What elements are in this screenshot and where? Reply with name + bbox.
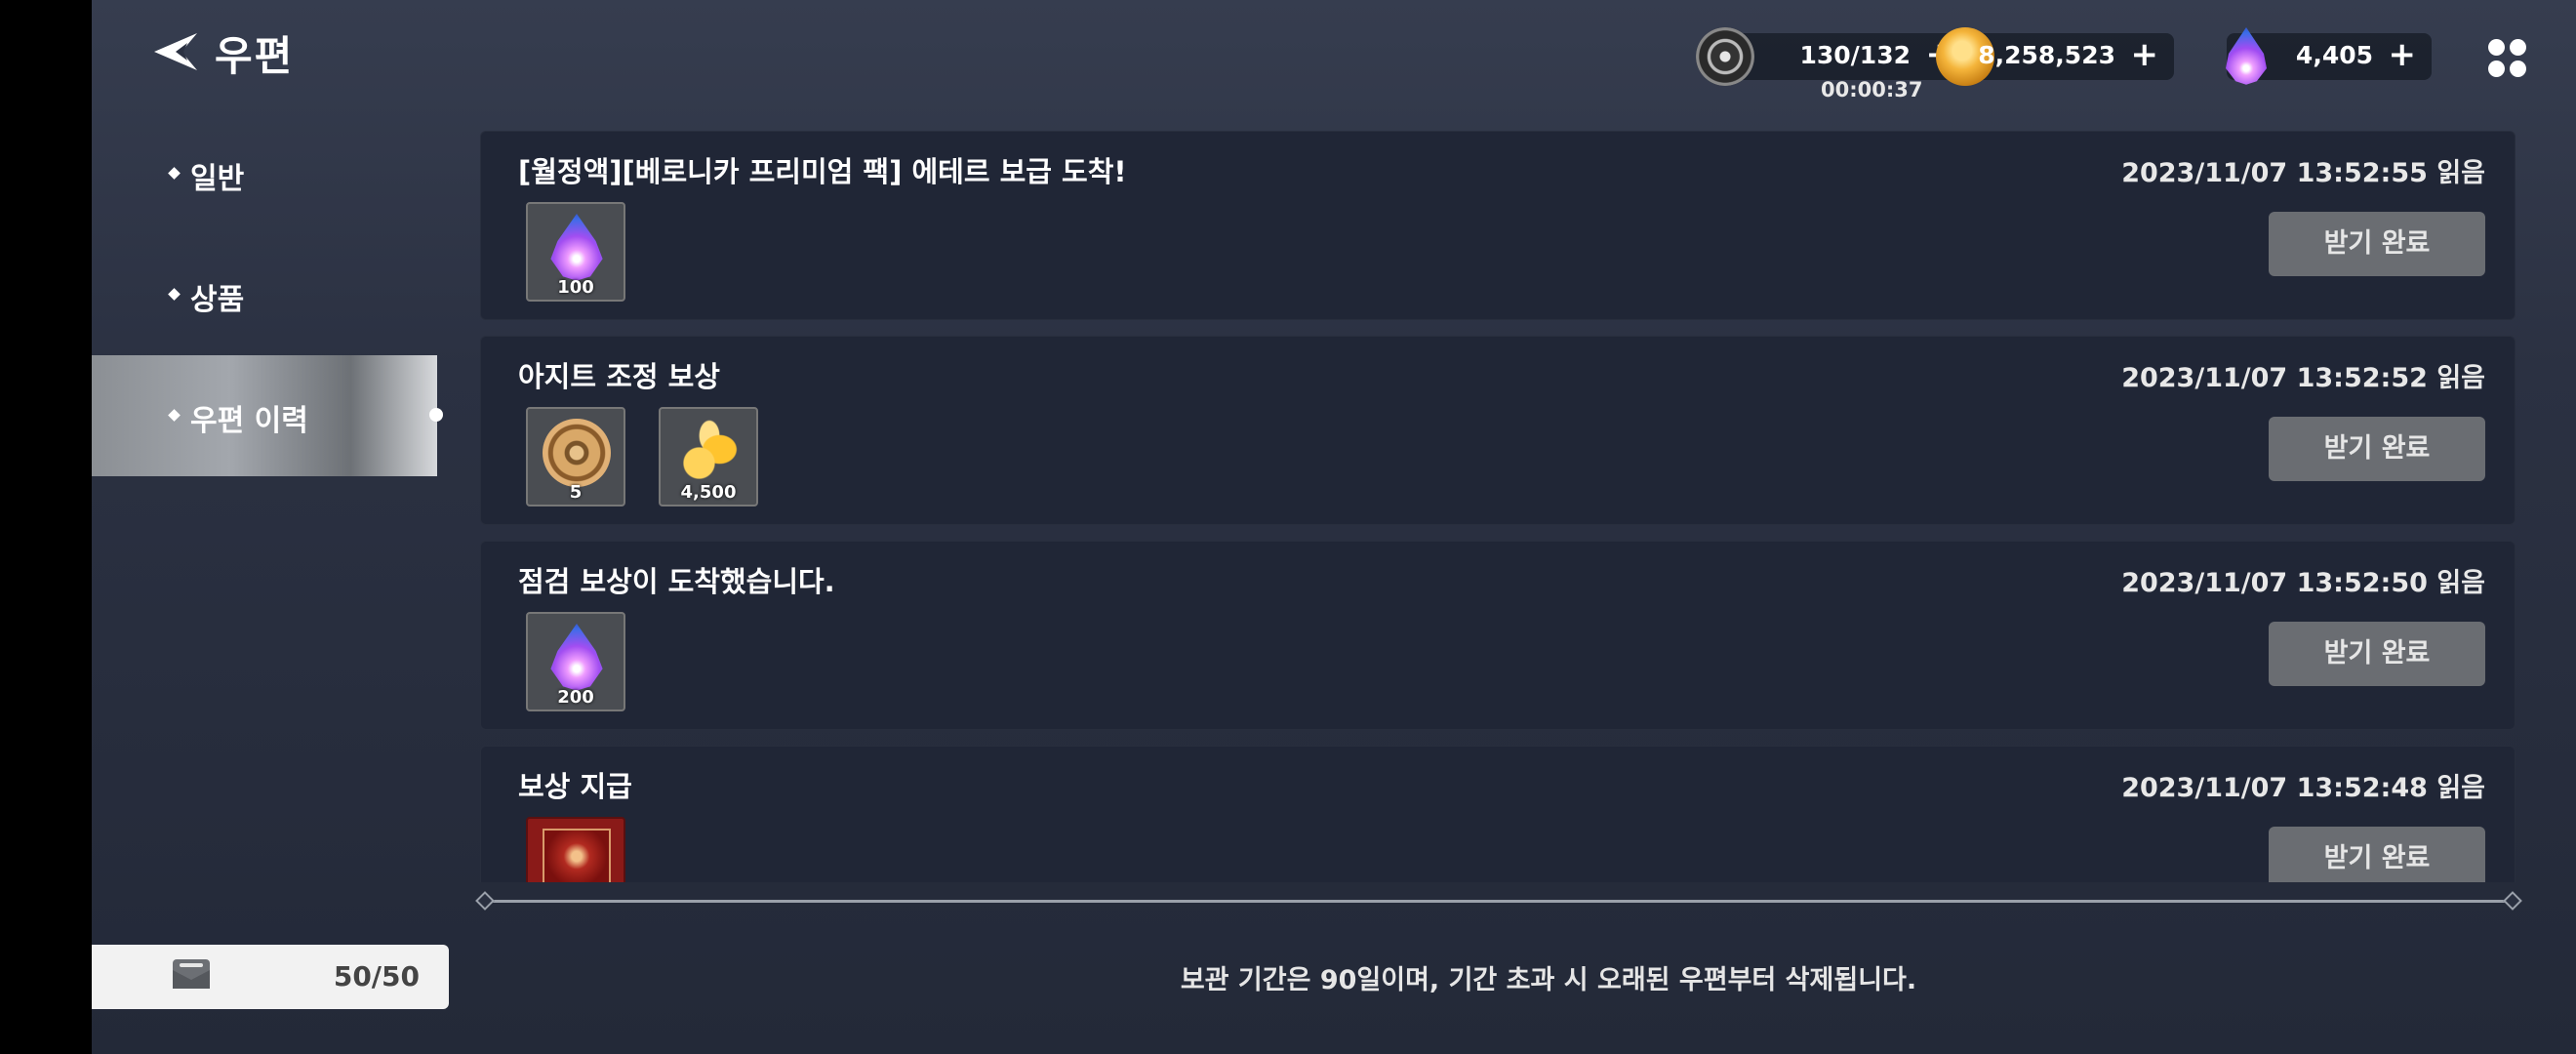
sidebar-item-general[interactable]: 일반 <box>92 113 437 234</box>
active-indicator <box>429 408 443 422</box>
mail-timestamp: 2023/11/07 13:52:48 읽음 <box>2121 773 2485 803</box>
gear-medal-icon <box>543 419 611 487</box>
mail-title: 보상 지급 <box>518 770 632 803</box>
mail-title: 아지트 조정 보상 <box>518 360 720 393</box>
sidebar-item-products[interactable]: 상품 <box>92 234 437 355</box>
claim-completed-button[interactable]: 받기 완료 <box>2269 212 2485 276</box>
sidebar-item-mail-history[interactable]: 우편 이력 <box>92 355 443 476</box>
stamina-icon <box>1696 27 1754 86</box>
claim-completed-button[interactable]: 받기 완료 <box>2269 622 2485 686</box>
reward-item[interactable]: 5 <box>526 407 625 507</box>
reward-item[interactable]: 4,500 <box>659 407 758 507</box>
mail-timestamp: 2023/11/07 13:52:50 읽음 <box>2121 568 2485 598</box>
mail-item: [월정액][베로니카 프리미엄 팩] 에테르 보급 도착! 2023/11/07… <box>480 131 2516 320</box>
diamond-bullet-icon <box>168 409 181 422</box>
gold-resource: 8,258,523 + <box>1936 27 2174 86</box>
mail-timestamp: 2023/11/07 13:52:55 읽음 <box>2121 158 2485 188</box>
reward-quantity: 100 <box>557 277 594 298</box>
gold-value: 8,258,523 <box>1978 41 2115 69</box>
sidebar-item-label: 상품 <box>190 283 245 317</box>
mail-item: 아지트 조정 보상 2023/11/07 13:52:52 읽음 5 4,500… <box>480 336 2516 525</box>
retention-notice: 보관 기간은 90일이며, 기간 초과 시 오래된 우편부터 삭제됩니다. <box>1180 965 1917 995</box>
gold-add-button[interactable]: + <box>2131 35 2159 74</box>
diamond-bullet-icon <box>168 167 181 180</box>
mail-screen: 우편 130/132 + 00:00:37 8,258,523 + 4,405 … <box>92 0 2576 1054</box>
stamina-value: 130/132 <box>1799 41 1911 69</box>
back-arrow-icon[interactable] <box>152 27 201 76</box>
gem-resource: 4,405 + <box>2226 27 2432 85</box>
red-card-icon <box>543 829 611 882</box>
ether-gem-icon <box>550 624 603 691</box>
mail-item: 보상 지급 2023/11/07 13:52:48 읽음 받기 완료 <box>480 746 2516 882</box>
reward-quantity: 200 <box>557 687 594 708</box>
reward-quantity: 4,500 <box>680 482 737 503</box>
reward-item[interactable]: 100 <box>526 202 625 302</box>
gem-add-button[interactable]: + <box>2389 35 2417 74</box>
mail-title: [월정액][베로니카 프리미엄 팩] 에테르 보급 도착! <box>518 155 1127 188</box>
reward-quantity: 5 <box>569 482 583 503</box>
ether-gem-icon <box>2226 27 2267 85</box>
header: 우편 130/132 + 00:00:37 8,258,523 + 4,405 … <box>92 0 2576 107</box>
reward-item[interactable]: 200 <box>526 612 625 711</box>
gem-value: 4,405 <box>2295 41 2373 69</box>
mail-item: 점검 보상이 도착했습니다. 2023/11/07 13:52:50 읽음 20… <box>480 541 2516 730</box>
gold-coins-icon <box>675 419 744 487</box>
ether-gem-icon <box>550 214 603 281</box>
reward-item[interactable] <box>526 817 625 882</box>
claim-completed-button[interactable]: 받기 완료 <box>2269 827 2485 882</box>
grid-menu-icon[interactable] <box>2486 37 2529 80</box>
mail-list[interactable]: [월정액][베로니카 프리미엄 팩] 에테르 보급 도착! 2023/11/07… <box>480 131 2516 882</box>
stamina-resource: 130/132 + <box>1696 27 1969 86</box>
claim-completed-button[interactable]: 받기 완료 <box>2269 417 2485 481</box>
page-title: 우편 <box>215 32 295 80</box>
list-divider <box>486 900 2512 903</box>
sidebar-item-label: 우편 이력 <box>190 404 308 438</box>
diamond-bullet-icon <box>168 288 181 301</box>
mail-title: 점검 보상이 도착했습니다. <box>518 565 835 598</box>
mail-timestamp: 2023/11/07 13:52:52 읽음 <box>2121 363 2485 393</box>
screen-left-bezel <box>0 0 92 1054</box>
sidebar-item-label: 일반 <box>190 162 245 196</box>
stamina-timer: 00:00:37 <box>1821 78 1923 101</box>
